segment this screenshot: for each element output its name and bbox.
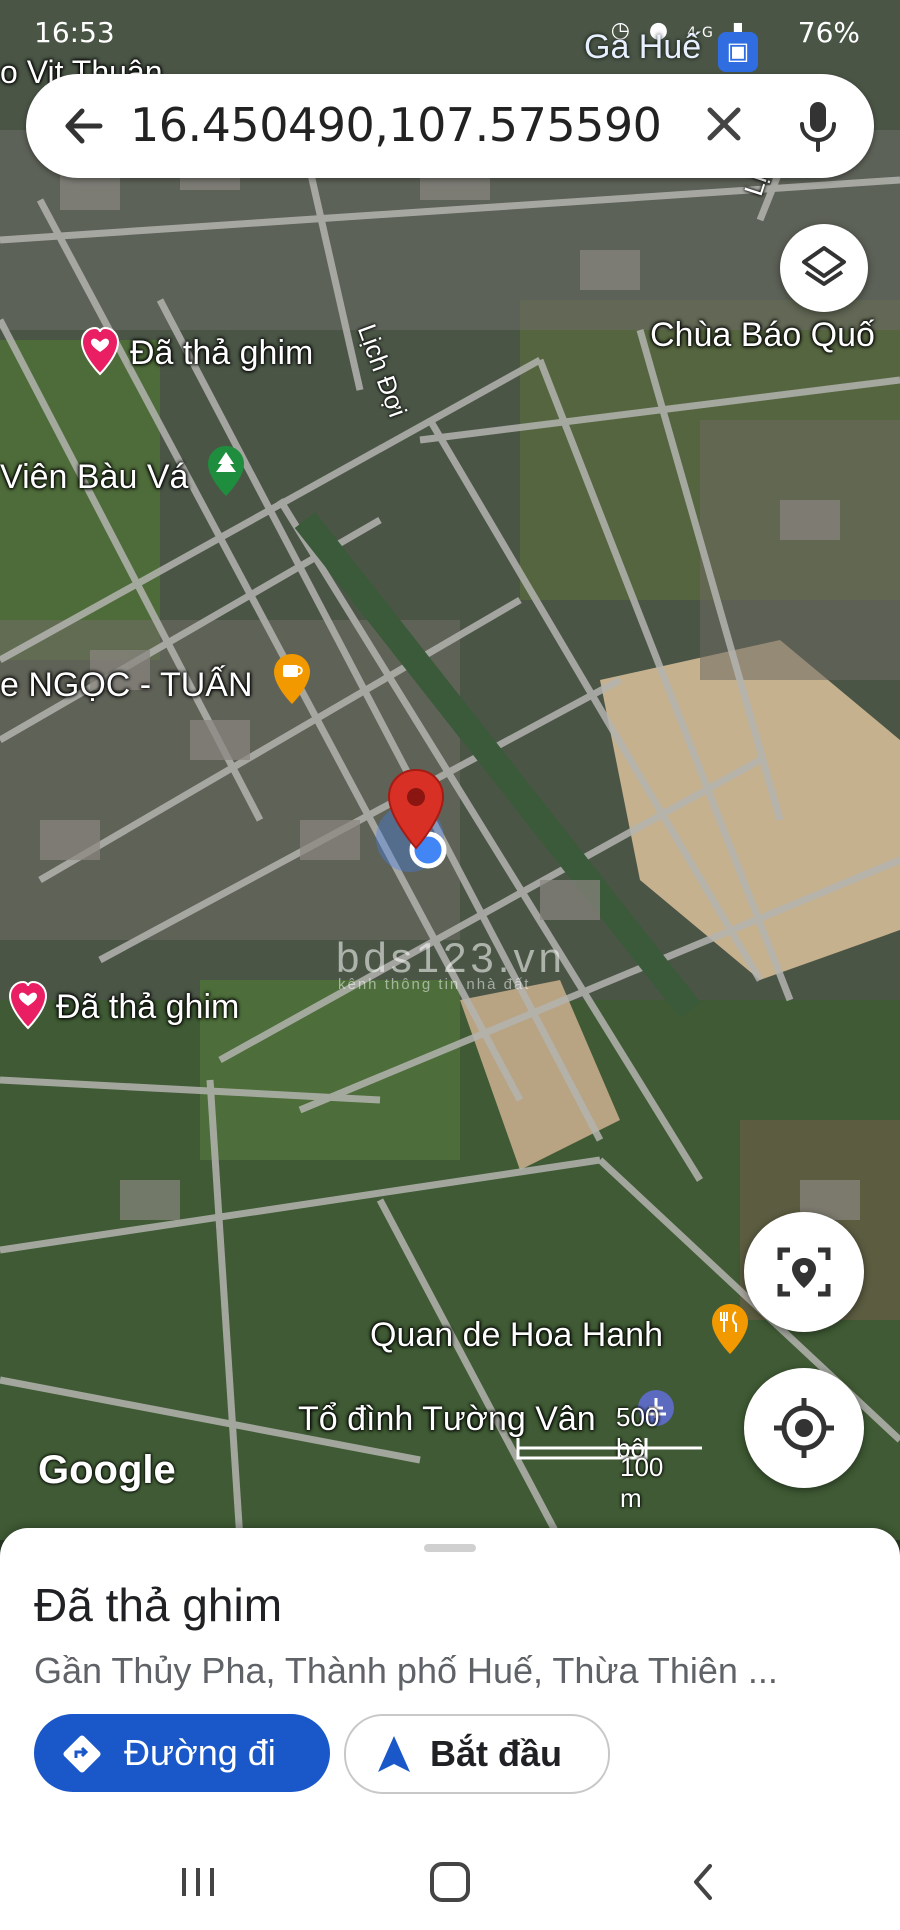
battery-level: 76% — [797, 16, 860, 49]
train-station-icon[interactable]: ▣ — [718, 32, 758, 72]
search-bar[interactable]: 16.450490,107.575590 — [26, 74, 874, 178]
map-label-cafe-ngoc-tuan[interactable]: e NGỌC - TUẤN — [0, 666, 253, 705]
watermark: bds123.vn — [336, 934, 566, 981]
map-label-quan-de-hoa-hanh[interactable]: Quan de Hoa Hanh — [370, 1316, 663, 1355]
microphone-icon[interactable] — [790, 96, 846, 156]
map-label-vien-bau-va[interactable]: Viên Bàu Vá — [0, 458, 188, 497]
dropped-pin-marker-icon[interactable] — [386, 768, 446, 850]
system-navigation-bar — [0, 1830, 900, 1930]
directions-button[interactable]: Đường đi — [34, 1714, 330, 1792]
directions-icon — [63, 1735, 101, 1773]
map-label-ga-hue[interactable]: Ga Huế — [584, 28, 701, 67]
clear-icon[interactable] — [694, 94, 754, 154]
scale-meters: 100 m — [620, 1452, 664, 1513]
home-icon[interactable] — [428, 1860, 472, 1904]
saved-pin-heart-icon[interactable] — [8, 980, 48, 1030]
explore-nearby-button[interactable] — [744, 1212, 864, 1332]
map-label-chua-bao-quoc[interactable]: Chùa Báo Quố — [650, 316, 875, 355]
my-location-button[interactable] — [744, 1368, 864, 1488]
saved-pin-heart-icon[interactable] — [80, 326, 120, 376]
cafe-cup-icon[interactable] — [272, 652, 312, 706]
place-address: Gần Thủy Pha, Thành phố Huế, Thừa Thiên … — [34, 1650, 778, 1691]
directions-label: Đường đi — [124, 1732, 276, 1773]
back-icon[interactable] — [688, 1862, 718, 1902]
map-label-to-dinh-tuong-van[interactable]: Tổ đình Tường Vân — [298, 1400, 596, 1439]
back-arrow-icon[interactable] — [56, 98, 112, 154]
recent-apps-icon[interactable] — [178, 1866, 218, 1898]
status-time: 16:53 — [34, 16, 115, 49]
layers-button[interactable] — [780, 224, 868, 312]
scale-bar — [516, 1438, 702, 1460]
my-location-icon — [774, 1398, 834, 1458]
start-navigation-button[interactable]: Bắt đầu — [344, 1714, 610, 1794]
navigation-arrow-icon — [378, 1736, 410, 1772]
map-view[interactable]: o Vit Thuận Lịch Đợi Lịch Đợi Chùa Báo Q… — [0, 0, 900, 1540]
search-query[interactable]: 16.450490,107.575590 — [130, 98, 662, 152]
start-label: Bắt đầu — [430, 1733, 563, 1774]
google-attribution: Google — [38, 1448, 176, 1492]
map-label-pin-1[interactable]: Đã thả ghim — [130, 334, 313, 373]
drag-handle[interactable] — [424, 1544, 476, 1552]
watermark-sub: kênh thông tin nhà đất — [338, 976, 531, 993]
location-frame-icon — [777, 1247, 831, 1297]
status-bar: 16:53 ◷ ● 4G ▮ 76% — [0, 0, 900, 62]
park-tree-icon[interactable] — [206, 444, 246, 498]
map-label-pin-2[interactable]: Đã thả ghim — [56, 988, 239, 1027]
layers-icon — [802, 246, 846, 286]
place-title: Đã thả ghim — [34, 1579, 283, 1631]
